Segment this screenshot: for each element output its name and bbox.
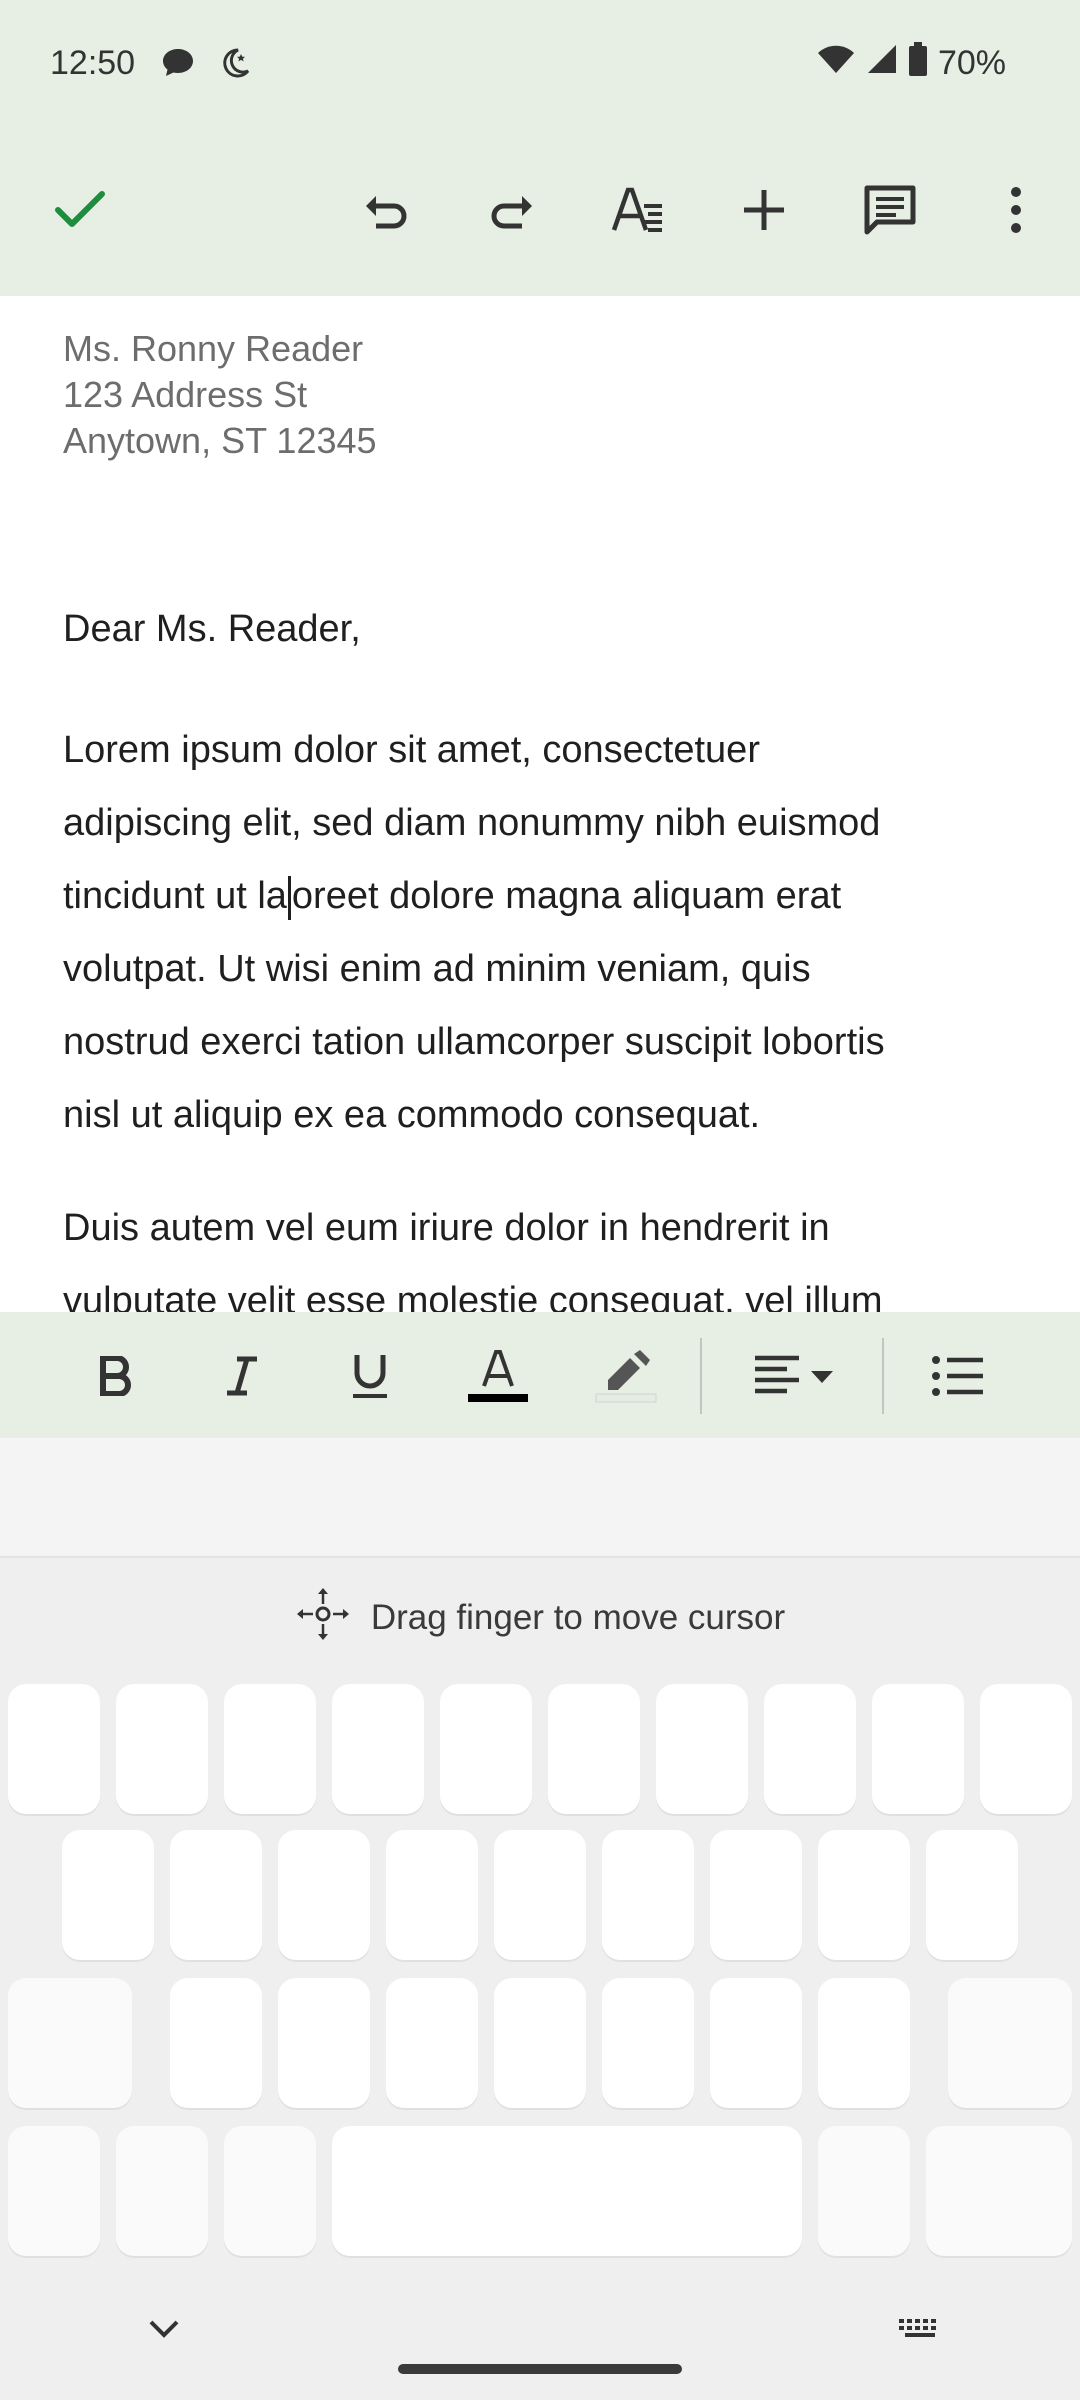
keyboard-key[interactable] [278,1830,370,1960]
keyboard[interactable]: Drag finger to move cursor [0,1558,1080,2400]
align-left-dropdown-icon[interactable] [748,1334,844,1418]
keyboard-key[interactable] [386,1978,478,2108]
paragraph-line: adipiscing elit, sed diam nonummy nibh e… [63,802,881,844]
keyboard-key[interactable] [818,1978,910,2108]
paragraph-line: volutpat. Ut wisi enim ad minim veniam, … [63,948,811,990]
highlight-icon[interactable] [584,1334,668,1418]
keyboard-key[interactable] [710,1978,802,2108]
cursor-drag-hint: Drag finger to move cursor [0,1586,1080,1651]
greeting: Dear Ms. Reader, [63,608,361,650]
keyboard-key[interactable] [710,1830,802,1960]
redo-icon[interactable] [472,170,552,250]
space-key[interactable] [332,2126,802,2256]
keyboard-key[interactable] [440,1684,532,1814]
keyboard-key[interactable] [116,1684,208,1814]
keyboard-key[interactable] [332,1684,424,1814]
keyboard-key[interactable] [494,1978,586,2108]
address-line: Anytown, ST 12345 [63,420,377,461]
toolbar-divider [700,1338,702,1414]
status-time: 12:50 [50,44,136,82]
bulleted-list-icon[interactable] [916,1334,1000,1418]
backspace-key[interactable] [948,1978,1072,2108]
paragraph-line: nostrud exerci tation ullamcorper suscip… [63,1021,885,1063]
move-cursor-icon [295,1586,351,1651]
paragraph-line-with-cursor: tincidunt ut la oreet dolore magna aliqua… [63,860,1043,933]
wifi-icon [816,43,856,84]
chevron-down-icon[interactable] [134,2304,194,2354]
keyboard-key[interactable] [170,1978,262,2108]
keyboard-key[interactable] [656,1684,748,1814]
keyboard-key[interactable] [224,1684,316,1814]
keyboard-key[interactable] [494,1830,586,1960]
keyboard-key[interactable] [926,1830,1018,1960]
keyboard-key[interactable] [872,1684,964,1814]
battery-percentage: 70% [937,44,1006,82]
paragraph-line: Duis autem vel eum iriure dolor in hendr… [63,1207,830,1249]
home-indicator[interactable] [398,2364,682,2374]
chat-bubble-icon [160,46,196,85]
do-not-disturb-moon-icon [218,46,252,85]
keyboard-key[interactable] [386,1830,478,1960]
keyboard-key[interactable] [818,2126,910,2256]
status-bar: 12:50 70% [0,0,1080,130]
check-icon[interactable] [40,170,120,250]
status-right-group: 70% [816,42,1006,85]
text-before-cursor: tincidunt ut la [63,875,287,917]
recipient-address: Ms. Ronny Reader 123 Address St Anytown,… [63,326,377,464]
document-body[interactable]: Ms. Ronny Reader 123 Address St Anytown,… [0,296,1080,1312]
insert-plus-icon[interactable] [724,170,804,250]
paragraph-line: nisl ut aliquip ex ea commodo consequat. [63,1094,761,1136]
keyboard-key[interactable] [764,1684,856,1814]
bold-icon[interactable] [74,1334,158,1418]
keyboard-key[interactable] [62,1830,154,1960]
text-format-icon[interactable] [598,170,678,250]
keyboard-key[interactable] [548,1684,640,1814]
italic-icon[interactable] [200,1334,284,1418]
address-line: Ms. Ronny Reader [63,328,364,369]
undo-icon[interactable] [346,170,426,250]
keyboard-key[interactable] [8,1684,100,1814]
keyboard-key[interactable] [602,1830,694,1960]
text-after-cursor: oreet dolore magna aliquam erat [291,875,842,917]
enter-key[interactable] [926,2126,1072,2256]
battery-icon [908,42,928,85]
text-cursor [287,875,291,920]
cellular-signal-icon [866,43,898,84]
keyboard-switch-icon[interactable] [890,2304,950,2354]
symbols-key[interactable] [8,2126,100,2256]
address-line: 123 Address St [63,374,308,415]
format-toolbar [0,1312,1080,1438]
keyboard-key[interactable] [278,1978,370,2108]
keyboard-key[interactable] [170,1830,262,1960]
keyboard-key[interactable] [116,2126,208,2256]
shift-key[interactable] [8,1978,132,2108]
toolbar-divider [882,1338,884,1414]
keyboard-key[interactable] [980,1684,1072,1814]
keyboard-suggestion-strip [0,1438,1080,1558]
editor-toolbar [0,130,1080,296]
keyboard-key[interactable] [224,2126,316,2256]
paragraph-2[interactable]: Duis autem vel eum iriure dolor in hendr… [63,1192,1043,1312]
paragraph-1[interactable]: Lorem ipsum dolor sit amet, consectetuer… [63,714,1043,1152]
comment-icon[interactable] [850,170,930,250]
keyboard-key[interactable] [818,1830,910,1960]
underline-icon[interactable] [328,1334,412,1418]
keyboard-key[interactable] [602,1978,694,2108]
text-color-icon[interactable] [456,1334,540,1418]
paragraph-line: vulputate velit esse molestie consequat,… [63,1280,883,1312]
cursor-hint-text: Drag finger to move cursor [370,1598,786,1637]
more-vert-icon[interactable] [976,170,1056,250]
paragraph-line: Lorem ipsum dolor sit amet, consectetuer [63,729,760,771]
